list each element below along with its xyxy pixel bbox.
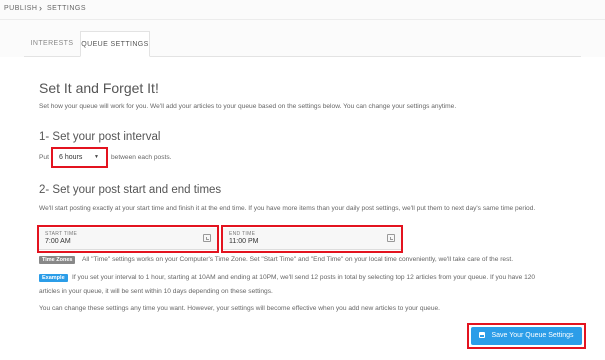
interval-heading: 1- Set your post interval — [39, 131, 161, 143]
highlight-end-time — [221, 225, 403, 253]
example-text-line2: articles in your queue, it will be sent … — [39, 288, 273, 295]
timezone-badge: Time Zones — [39, 256, 76, 264]
highlight-interval — [51, 147, 108, 168]
breadcrumb-settings: SETTINGS — [47, 5, 87, 12]
timezone-text: All "Time" settings works on your Comput… — [82, 256, 514, 263]
chevron-right-icon: › — [39, 3, 42, 13]
times-description: We'll start posting exactly at your star… — [39, 205, 536, 212]
interval-suffix: between each posts. — [111, 154, 172, 161]
example-text-line1: If you set your interval to 1 hour, star… — [72, 274, 536, 281]
intro-text: Set how your queue will work for you. We… — [39, 103, 457, 110]
breadcrumb-publish[interactable]: PUBLISH — [4, 5, 37, 12]
tab-queue-settings[interactable]: QUEUE SETTINGS — [80, 31, 150, 57]
times-heading: 2- Set your post start and end times — [39, 184, 222, 196]
top-bar: PUBLISH › SETTINGS — [0, 0, 605, 20]
highlight-save-button — [467, 323, 586, 349]
interval-prefix: Put — [39, 154, 49, 161]
highlight-start-time — [37, 225, 219, 253]
tab-interests[interactable]: INTERESTS — [24, 31, 80, 57]
note-text: You can change these settings any time y… — [39, 305, 440, 312]
page-title: Set It and Forget It! — [39, 80, 159, 96]
example-badge: Example — [39, 274, 68, 282]
